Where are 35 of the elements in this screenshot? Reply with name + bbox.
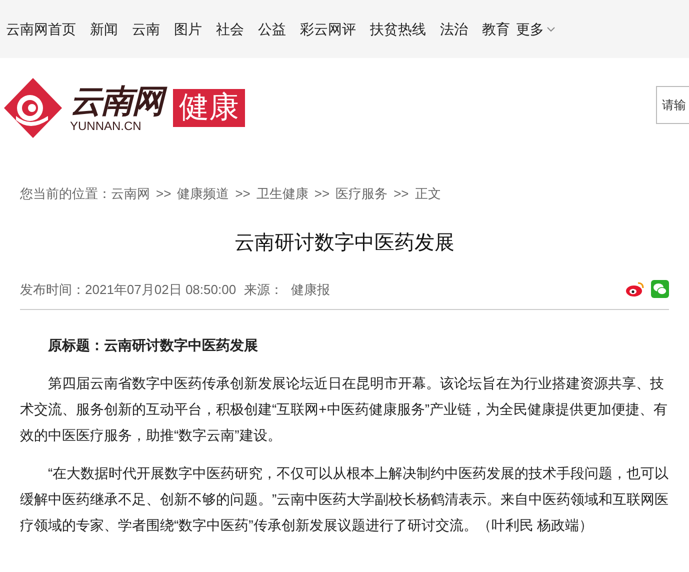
nav-link[interactable]: 彩云网评 (300, 18, 356, 40)
breadcrumb-separator: >> (235, 185, 250, 203)
breadcrumb-separator: >> (314, 185, 330, 203)
article-title: 云南研讨数字中医药发展 (234, 230, 456, 256)
nav-link[interactable]: 教育 (482, 18, 510, 40)
publish-time: 发布时间：2021年07月02日 08:50:00 (20, 280, 236, 298)
weibo-icon[interactable] (625, 281, 645, 298)
breadcrumb-link[interactable]: 医疗服务 (336, 184, 388, 204)
search-field[interactable]: 请输 (656, 86, 689, 124)
breadcrumb-link[interactable]: 正文 (414, 184, 441, 204)
breadcrumb-link[interactable]: 云南网 (111, 184, 150, 204)
nav-link[interactable]: 云南 (132, 18, 160, 40)
article-paragraph: 第四届云南省数字中医药传承创新发展论坛近日在昆明市开幕。该论坛旨在为行业搭建资源共享、技术交流、服务创新的互动平台，积极创建“互联网+中医药健康服务”产业链，为全民健康提供更加便捷、有效的中医医疗服务，助推“数字云南”建设。 (20, 374, 668, 445)
logo-icon (2, 76, 64, 140)
article-subtitle: 原标题：云南研讨数字中医药发展 (46, 336, 259, 355)
nav-link[interactable]: 法治 (440, 18, 468, 40)
nav-link[interactable]: 公益 (258, 18, 286, 40)
chevron-down-icon (547, 26, 555, 32)
breadcrumb-separator: >> (394, 185, 409, 203)
breadcrumb-label: 您当前的位置： (20, 185, 111, 203)
breadcrumb-separator: >> (156, 185, 172, 203)
channel-label: 健康 (173, 89, 245, 127)
article-paragraph: “在大数据时代开展数字中医药研究，不仅可以从根本上解决制约中医药发展的技术手段问题，也可以缓解中医药继承不足、创新不够的问题。”云南中医药大学副校长杨鹤清表示。来自中医药领域和互联网医疗领域的专家、学者围绕“数字中医药”传承创新发展议题进行了研讨交流。（叶利民 杨政端） (20, 464, 669, 535)
more-menu[interactable]: 更多 (516, 18, 555, 40)
logo-domain: YUNNAN.CN (70, 120, 142, 132)
nav-link[interactable]: 社会 (216, 18, 244, 40)
source-label: 来源： (244, 280, 284, 298)
nav-link[interactable]: 云南网首页 (6, 18, 76, 40)
nav-link[interactable]: 扶贫热线 (370, 18, 426, 40)
wechat-icon[interactable] (651, 280, 669, 298)
breadcrumb-link[interactable]: 卫生健康 (256, 184, 308, 204)
nav-link[interactable]: 新闻 (90, 18, 118, 40)
source-name: 健康报 (291, 280, 330, 298)
breadcrumb-link[interactable]: 健康频道 (177, 184, 230, 204)
nav-link[interactable]: 图片 (174, 18, 202, 40)
